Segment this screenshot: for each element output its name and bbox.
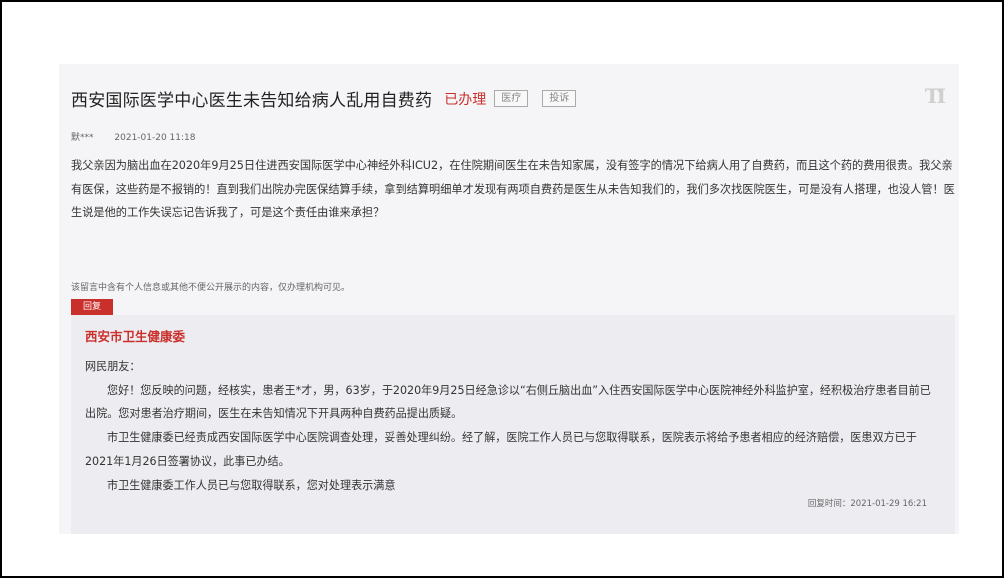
post-meta: 默*** 2021-01-20 11:18 <box>71 130 196 143</box>
reply-paragraph: 市卫生健康委已经责成西安国际医学中心医院调查处理，妥善处理纠纷。经了解，医院工作… <box>85 431 917 468</box>
post-content: 我父亲因为脑出血在2020年9月25日住进西安国际医学中心神经外科ICU2，在住… <box>71 159 955 219</box>
status-label: 已办理 <box>444 91 487 108</box>
reply-body: 网民朋友： 您好！您反映的问题，经核实，患者王*才，男，63岁，于2020年9月… <box>85 355 931 497</box>
tag-medical[interactable]: 医疗 <box>494 90 529 107</box>
title-row: 西安国际医学中心医生未告知给病人乱用自费药 已办理 医疗 投诉 <box>71 86 577 111</box>
message-card: 西安国际医学中心医生未告知给病人乱用自费药 已办理 医疗 投诉 TI 默*** … <box>59 64 959 534</box>
reply-greeting: 网民朋友： <box>85 360 141 373</box>
reply-box: 西安市卫生健康委 网民朋友： 您好！您反映的问题，经核实，患者王*才，男，63岁… <box>71 315 955 534</box>
page-frame: 西安国际医学中心医生未告知给病人乱用自费药 已办理 医疗 投诉 TI 默*** … <box>0 0 1004 578</box>
reply-paragraph: 市卫生健康委工作人员已与您取得联系，您对处理表示满意 <box>107 478 396 492</box>
reply-organization: 西安市卫生健康委 <box>85 329 186 344</box>
reply-time: 回复时间：2021-01-29 16:21 <box>807 499 927 509</box>
reply-badge: 回复 <box>71 299 114 316</box>
font-size-toggle-icon[interactable]: TI <box>925 84 946 108</box>
post-date: 2021-01-20 11:18 <box>114 133 196 143</box>
reply-paragraph: 您好！您反映的问题，经核实，患者王*才，男，63岁，于2020年9月25日经急诊… <box>85 383 931 421</box>
post-title: 西安国际医学中心医生未告知给病人乱用自费药 <box>71 91 433 111</box>
privacy-notice: 该留言中含有个人信息或其他不便公开展示的内容，仅办理机构可见。 <box>71 283 351 293</box>
post-author: 默*** <box>71 133 94 143</box>
tag-complaint[interactable]: 投诉 <box>542 90 577 107</box>
